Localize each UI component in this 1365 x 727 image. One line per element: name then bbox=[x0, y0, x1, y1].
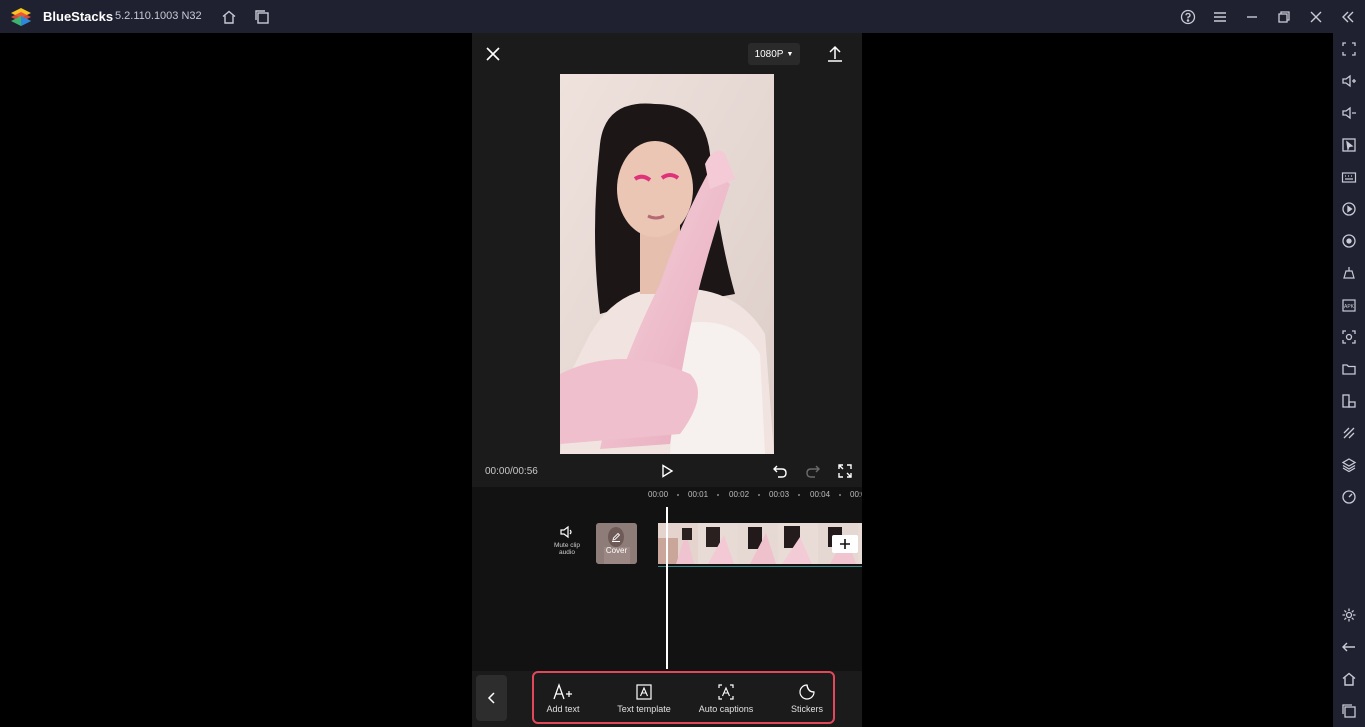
performance-icon[interactable] bbox=[1339, 487, 1359, 507]
screenshot-icon[interactable] bbox=[1339, 327, 1359, 347]
svg-text:APK: APK bbox=[1344, 304, 1355, 310]
app-name: BlueStacks bbox=[43, 9, 114, 24]
minimize-icon[interactable] bbox=[1242, 7, 1262, 27]
ruler-tick: 00:02 bbox=[729, 490, 750, 499]
bottom-toolbar: Add text Text template Auto captions Sti… bbox=[472, 671, 862, 727]
game-controls-icon[interactable] bbox=[1339, 263, 1359, 283]
rotate-icon[interactable] bbox=[1339, 231, 1359, 251]
home-icon[interactable] bbox=[219, 7, 239, 27]
clip-frame bbox=[858, 523, 862, 564]
auto-captions-label: Auto captions bbox=[698, 704, 754, 714]
clip-frame bbox=[698, 523, 738, 564]
add-text-icon bbox=[553, 683, 572, 700]
app-version: 5.2.110.1003 N32 bbox=[115, 10, 202, 22]
ruler-dot bbox=[758, 494, 760, 496]
settings-icon[interactable] bbox=[1339, 605, 1359, 625]
menu-icon[interactable] bbox=[1210, 7, 1230, 27]
recent-apps-icon[interactable] bbox=[1339, 701, 1359, 721]
macro-play-icon[interactable] bbox=[1339, 199, 1359, 219]
plus-icon bbox=[840, 539, 850, 549]
clip-frame bbox=[658, 523, 698, 564]
resize-icon[interactable] bbox=[1339, 391, 1359, 411]
playhead[interactable] bbox=[666, 507, 668, 669]
multi-instance-icon[interactable] bbox=[252, 7, 272, 27]
text-tools-group: Add text Text template Auto captions Sti… bbox=[532, 671, 835, 724]
play-icon[interactable] bbox=[657, 462, 677, 480]
mute-label-line-1: Mute clip bbox=[553, 542, 580, 549]
redo-icon[interactable] bbox=[803, 462, 823, 480]
export-icon[interactable] bbox=[824, 43, 846, 65]
timecode: 00:00/00:56 bbox=[485, 466, 538, 477]
back-arrow-icon[interactable] bbox=[1339, 637, 1359, 657]
toolbar-back-button[interactable] bbox=[476, 675, 507, 721]
volume-down-icon[interactable] bbox=[1339, 103, 1359, 123]
bluestacks-sidebar: APK bbox=[1333, 33, 1365, 727]
close-window-icon[interactable] bbox=[1306, 7, 1326, 27]
ruler-tick: 00:00 bbox=[648, 490, 669, 499]
cover-button[interactable]: Cover bbox=[596, 523, 637, 564]
title-bar: BlueStacks 5.2.110.1003 N32 bbox=[0, 0, 1365, 33]
install-apk-icon[interactable]: APK bbox=[1339, 295, 1359, 315]
text-template-label: Text template bbox=[617, 704, 671, 714]
clip-frame bbox=[738, 523, 778, 564]
pointer-icon[interactable] bbox=[1339, 135, 1359, 155]
edit-pencil-icon bbox=[612, 532, 621, 542]
video-frame-image bbox=[560, 74, 774, 454]
fullscreen-preview-icon[interactable] bbox=[835, 462, 855, 480]
mute-label-line-2: audio bbox=[559, 549, 575, 556]
ruler-dot bbox=[798, 494, 800, 496]
layers-icon[interactable] bbox=[1339, 455, 1359, 475]
track-underline bbox=[658, 566, 862, 567]
cover-thumbnail bbox=[596, 523, 637, 564]
ruler-tick: 00:01 bbox=[688, 490, 709, 499]
mute-clip-audio-button[interactable]: Mute clip audio bbox=[550, 525, 584, 556]
chevron-left-icon bbox=[487, 692, 495, 704]
folder-icon[interactable] bbox=[1339, 359, 1359, 379]
clip-frame bbox=[778, 523, 818, 564]
add-clip-button[interactable] bbox=[832, 535, 858, 553]
resolution-selector[interactable]: 1080P ▼ bbox=[748, 43, 800, 65]
ruler-tick: 00:03 bbox=[769, 490, 790, 499]
ruler-tick: 00:04 bbox=[810, 490, 831, 499]
editor-screen: 1080P ▼ 00:00/00:56 00:00 00:01 00:02 00… bbox=[472, 33, 862, 727]
cover-label: Cover bbox=[605, 546, 628, 555]
keyboard-icon[interactable] bbox=[1339, 167, 1359, 187]
help-icon[interactable] bbox=[1178, 7, 1198, 27]
fullscreen-icon[interactable] bbox=[1339, 39, 1359, 59]
ruler-dot bbox=[677, 494, 679, 496]
add-text-button[interactable]: Add text bbox=[528, 681, 598, 714]
close-icon[interactable] bbox=[482, 43, 504, 65]
text-template-button[interactable]: Text template bbox=[609, 681, 679, 714]
video-preview[interactable] bbox=[560, 74, 774, 454]
ruler-tick: 00:0 bbox=[850, 490, 862, 499]
volume-up-icon[interactable] bbox=[1339, 71, 1359, 91]
stickers-label: Stickers bbox=[790, 704, 823, 714]
restore-icon[interactable] bbox=[1274, 7, 1294, 27]
add-text-label: Add text bbox=[546, 704, 580, 714]
resolution-label: 1080P bbox=[754, 48, 784, 60]
stickers-icon bbox=[799, 684, 815, 700]
auto-captions-icon bbox=[718, 684, 734, 700]
auto-captions-button[interactable]: Auto captions bbox=[691, 681, 761, 714]
speaker-icon bbox=[560, 525, 572, 539]
ruler-dot bbox=[839, 494, 841, 496]
caret-down-icon: ▼ bbox=[786, 50, 794, 58]
text-template-icon bbox=[636, 684, 652, 700]
android-home-icon[interactable] bbox=[1339, 669, 1359, 689]
bluestacks-logo-icon bbox=[11, 8, 31, 26]
eco-mode-icon[interactable] bbox=[1339, 423, 1359, 443]
ruler-dot bbox=[717, 494, 719, 496]
collapse-sidebar-icon[interactable] bbox=[1338, 7, 1358, 27]
stickers-button[interactable]: Stickers bbox=[772, 681, 842, 714]
undo-icon[interactable] bbox=[770, 462, 790, 480]
